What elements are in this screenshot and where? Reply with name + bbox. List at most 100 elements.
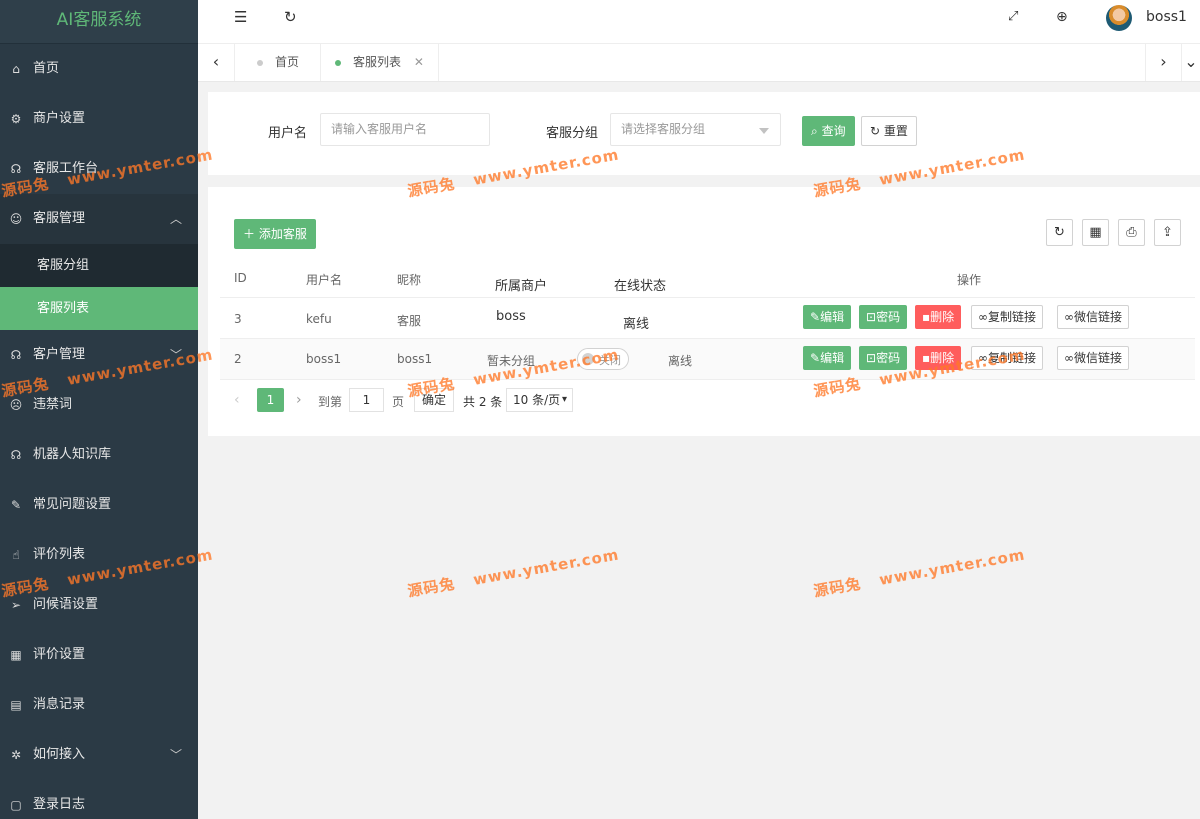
pager-goto-input[interactable]: 1 (349, 388, 384, 412)
cell-online-status: 离线 (668, 354, 693, 368)
group-select[interactable]: 请选择客服分组 (610, 113, 781, 146)
sidebar-item-how-to-integrate[interactable]: ✲ 如何接入 ﹀ (0, 730, 198, 780)
header-username[interactable]: boss1 (1146, 9, 1187, 25)
tabs-dropdown-icon[interactable]: ⌄ (1182, 44, 1200, 81)
page-size-value: 10 条/页 (513, 393, 561, 407)
search-form: 用户名 请输入客服用户名 客服分组 请选择客服分组 ⌕ 查询 ↻ 重置 (208, 92, 1200, 175)
trash-icon: ▪ (922, 310, 931, 324)
copy-link-button[interactable]: ∞复制链接 (971, 346, 1044, 370)
sidebar-item-label: 如何接入 (33, 747, 86, 762)
sidebar-item-review-list[interactable]: ☝ 评价列表 (0, 530, 198, 580)
sidebar-item-agent-workbench[interactable]: ☊ 客服工作台 (0, 144, 198, 194)
wechat-link-button[interactable]: ∞微信链接 (1057, 305, 1130, 329)
table-refresh-icon[interactable]: ↻ (1046, 219, 1073, 246)
delete-button[interactable]: ▪删除 (915, 305, 962, 329)
username-label: 用户名 (268, 126, 308, 141)
sidebar-item-faq-settings[interactable]: ✎ 常见问题设置 (0, 480, 198, 530)
add-agent-button-label: 添加客服 (258, 227, 307, 241)
username-search-input[interactable]: 请输入客服用户名 (320, 113, 490, 146)
calendar-icon: ▦ (10, 648, 22, 662)
print-icon[interactable]: ⎙ (1118, 219, 1145, 246)
sidebar-item-review-settings[interactable]: ▦ 评价设置 (0, 630, 198, 680)
cell-nickname: boss1 (397, 352, 433, 366)
sidebar-item-banned-words[interactable]: ☹ 违禁词 (0, 380, 198, 430)
tab-label: 客服列表 (353, 55, 402, 69)
tabs-next-icon[interactable]: › (1145, 44, 1182, 81)
sidebar-item-label: 机器人知识库 (33, 447, 112, 462)
refresh-icon[interactable]: ↻ (284, 0, 297, 36)
sidebar-item-merchant-settings[interactable]: ⚙ 商户设置 (0, 94, 198, 144)
chevron-down-icon: ﹀ (169, 748, 182, 762)
sidebar-item-label: 客服管理 (33, 211, 86, 226)
sidebar-item-login-log[interactable]: ▢ 登录日志 (0, 780, 198, 819)
tab-agent-list[interactable]: 客服列表 ✕ (321, 44, 439, 81)
copy-link-button-label: 复制链接 (988, 310, 1037, 324)
toggle-label: 关闭 (599, 354, 621, 367)
chevron-down-icon: ▾ (561, 394, 567, 405)
pager-goto-label: 到第 (318, 395, 343, 409)
wechat-link-button-label: 微信链接 (1074, 351, 1123, 365)
column-header-nickname: 昵称 (397, 273, 422, 287)
link-icon: ∞ (1064, 310, 1074, 324)
app-logo-title: AI客服系统 (0, 0, 198, 44)
chevron-down-icon: ﹀ (169, 348, 182, 362)
tab-home[interactable]: 首页 (235, 44, 321, 81)
pager-page-size-select[interactable]: 10 条/页 ▾ (506, 388, 573, 412)
gear-icon: ⚙ (10, 112, 22, 126)
status-toggle-switch[interactable]: 关闭 (577, 348, 629, 370)
sidebar-item-label: 登录日志 (33, 797, 86, 812)
copy-link-button[interactable]: ∞复制链接 (971, 305, 1044, 329)
add-agent-button[interactable]: ＋ 添加客服 (234, 219, 316, 249)
pager-next-icon[interactable]: › (296, 392, 302, 408)
column-filter-icon[interactable]: ▦ (1082, 219, 1109, 246)
pager-confirm-button[interactable]: 确定 (414, 388, 454, 412)
tabs-prev-icon[interactable]: ‹ (198, 44, 235, 81)
table-row: 3 kefu 客服 boss 离线 ✎编辑 ⊡密码 ▪删除 ∞复制链接 ∞微信链… (220, 298, 1195, 338)
reset-button[interactable]: ↻ 重置 (861, 116, 917, 146)
sidebar-subitem-agent-groups[interactable]: 客服分组 (0, 244, 198, 287)
edit-icon: ✎ (10, 498, 22, 512)
sidebar-item-label: 客户管理 (33, 347, 86, 362)
top-header: ☰ ↻ ⤢ ⊕ boss1 (198, 0, 1200, 44)
home-icon: ⌂ (12, 62, 20, 76)
wechat-link-button[interactable]: ∞微信链接 (1057, 346, 1130, 370)
query-button[interactable]: ⌕ 查询 (802, 116, 855, 146)
password-button[interactable]: ⊡密码 (859, 305, 908, 329)
password-button[interactable]: ⊡密码 (859, 346, 908, 370)
cell-merchant: boss (496, 309, 526, 324)
edit-button[interactable]: ✎编辑 (803, 305, 852, 329)
sidebar-item-agent-management[interactable]: ☺ 客服管理 ︿ (0, 194, 198, 244)
reset-icon: ↻ (870, 124, 881, 138)
column-header-merchant: 所属商户 (495, 279, 548, 294)
pager-current-page[interactable]: 1 (257, 388, 284, 412)
plus-icon: ＋ (243, 227, 256, 241)
tab-label: 首页 (275, 55, 300, 69)
pager-prev-icon[interactable]: ‹ (234, 392, 240, 408)
cell-id: 2 (234, 352, 242, 366)
sidebar-subitem-agent-list[interactable]: 客服列表 (0, 287, 198, 330)
menu-toggle-icon[interactable]: ☰ (234, 0, 247, 36)
globe-icon[interactable]: ⊕ (1056, 0, 1068, 36)
export-icon[interactable]: ⇪ (1154, 219, 1181, 246)
avatar[interactable] (1106, 5, 1132, 31)
sidebar-item-message-records[interactable]: ▤ 消息记录 (0, 680, 198, 730)
sidebar-item-greeting-settings[interactable]: ➢ 问候语设置 (0, 580, 198, 630)
watermark-cn: 源码兔 (406, 574, 457, 601)
delete-button[interactable]: ▪删除 (915, 346, 962, 370)
wechat-link-button-label: 微信链接 (1074, 310, 1123, 324)
tab-status-dot (335, 60, 341, 66)
watermark: 源码兔 www.ymter.com (812, 544, 1027, 602)
query-button-label: 查询 (821, 124, 846, 138)
search-icon: ⌕ (811, 124, 818, 138)
sidebar-item-label: 问候语设置 (33, 597, 99, 612)
edit-button[interactable]: ✎编辑 (803, 346, 852, 370)
fullscreen-icon[interactable]: ⤢ (1008, 0, 1018, 36)
sidebar-item-label: 评价列表 (33, 547, 86, 562)
sidebar-item-home[interactable]: ⌂ 首页 (0, 44, 198, 94)
close-icon[interactable]: ✕ (414, 55, 424, 69)
sidebar-item-label: 常见问题设置 (33, 497, 112, 512)
sidebar-item-customer-management[interactable]: ☊ 客户管理 ﹀ (0, 330, 198, 380)
copy-link-button-label: 复制链接 (988, 351, 1037, 365)
sidebar-item-label: 商户设置 (33, 111, 86, 126)
sidebar-item-robot-knowledge[interactable]: ☊ 机器人知识库 (0, 430, 198, 480)
